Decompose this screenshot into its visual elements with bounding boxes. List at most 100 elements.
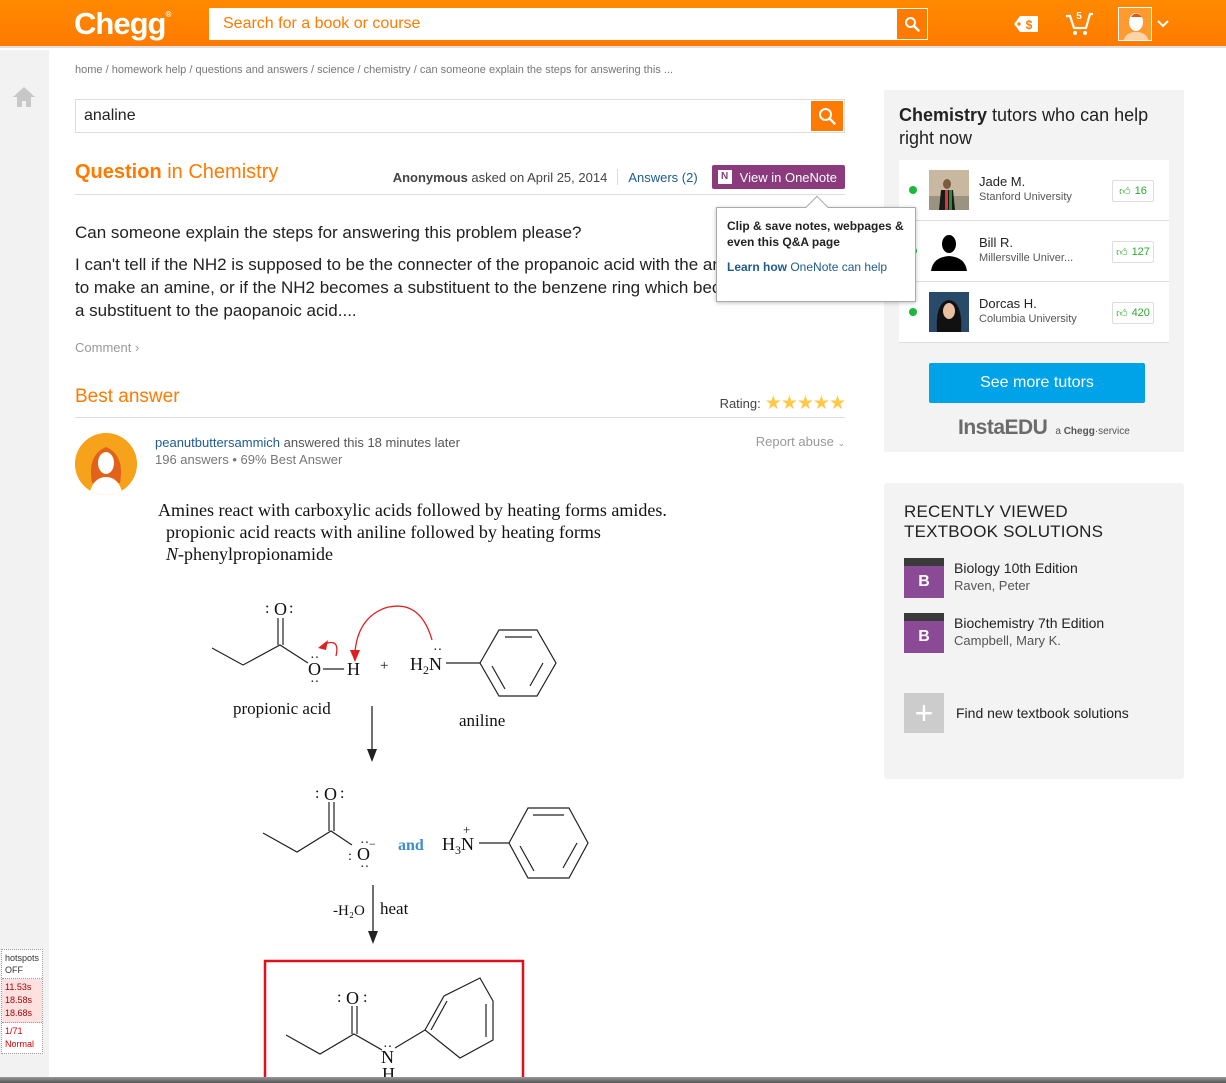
chevron-down-icon (1157, 20, 1169, 28)
answerer-avatar[interactable] (75, 433, 137, 495)
chegg-logo[interactable]: Chegg® (74, 6, 171, 42)
carbonyl-oxygen: O (324, 784, 337, 804)
tutor-likes: 👍︎ 127 (1112, 241, 1154, 263)
tutor-school: Stanford University (979, 191, 1072, 203)
view-in-onenote-button[interactable]: N View in OneNote (711, 165, 845, 189)
online-status-icon (909, 308, 917, 316)
thumbs-up-icon: 👍︎ (1116, 307, 1128, 320)
answer-text: Amines react with carboxylic acids follo… (158, 499, 667, 565)
online-status-icon (909, 186, 917, 194)
and-label: and (398, 837, 424, 854)
top-navigation-bar: Chegg® $ 5 (0, 0, 1226, 48)
tutor-item[interactable]: Bill R. Millersville Univer... 👍︎ 127 (899, 221, 1169, 282)
lone-pair: ·· (383, 1040, 392, 1055)
carbonyl-oxygen: O (274, 599, 287, 619)
answer-line: propionic acid reacts with aniline follo… (166, 522, 601, 542)
report-abuse-button[interactable]: Report abuse ⌄ (756, 434, 845, 449)
lone-pair: : (315, 785, 319, 802)
tutors-panel: Chemistry tutors who can help right now … (884, 90, 1184, 452)
search-icon (905, 17, 920, 32)
positive-charge: + (463, 822, 470, 837)
question-search-button[interactable] (811, 101, 843, 131)
home-button[interactable] (12, 86, 36, 113)
lone-pair: ·· (310, 675, 319, 690)
tutor-school: Millersville Univer... (979, 252, 1074, 264)
search-icon (819, 108, 836, 125)
tutor-photo (929, 292, 969, 332)
plus-sign: + (380, 658, 388, 674)
asker-name: Anonymous (392, 169, 468, 185)
breadcrumb-science[interactable]: science (317, 64, 354, 76)
user-silhouette-icon (1123, 13, 1149, 40)
tutor-name: Jade M. (979, 174, 1026, 189)
answer-meta: peanutbuttersammich answered this 18 min… (155, 435, 460, 467)
onenote-learn-link[interactable]: Learn how OneNote can help (727, 260, 905, 274)
best-answer-title: Best answer (75, 386, 180, 407)
global-search-input[interactable] (209, 8, 895, 40)
breadcrumb-current: can someone explain the steps for answer… (419, 64, 673, 76)
negative-charge: − (369, 837, 376, 851)
condition-minus-water: -H₂O (333, 903, 365, 919)
breadcrumb-chemistry[interactable]: chemistry (364, 64, 411, 76)
see-more-tutors-button[interactable]: See more tutors (929, 363, 1145, 403)
answers-link[interactable]: Answers (2) (628, 170, 697, 185)
answerer-name-link[interactable]: peanutbuttersammich (155, 435, 280, 450)
user-avatar[interactable] (1118, 7, 1152, 41)
cart-count: 5 (1076, 11, 1082, 22)
arrowhead (318, 640, 328, 650)
price-tag-icon: $ (1014, 16, 1038, 32)
breadcrumb: home / homework help / questions and ans… (75, 64, 673, 76)
benzene-ring-2 (479, 807, 589, 879)
benzene-ring-1 (446, 629, 557, 697)
left-rail (0, 50, 49, 1083)
propionic-acid-label: propionic acid (233, 699, 331, 718)
rating-stars: ★★★★★ (765, 392, 846, 415)
propionate-structure (262, 802, 353, 853)
book-title: Biochemistry 7th Edition (954, 615, 1105, 631)
tooltip-text: Clip & save notes, webpages & even this … (727, 219, 904, 249)
rating: Rating: ★★★★★ (719, 392, 846, 415)
comment-link[interactable]: Comment › (75, 340, 139, 355)
arrowhead (368, 931, 378, 944)
meta-divider (617, 169, 619, 185)
star-filled-icon: ★ (812, 393, 830, 414)
tutor-likes: 👍︎ 16 (1112, 180, 1154, 202)
page-mode-readout: 1/71 Normal (5, 1026, 35, 1049)
book-cover-icon: B (904, 613, 944, 653)
timing-readout: 11.53s 18.58s 18.68s (2, 979, 42, 1023)
lone-pair: : (337, 989, 341, 1006)
chevron-down-icon: ⌄ (837, 438, 845, 448)
answer-line: Amines react with carboxylic acids follo… (158, 500, 667, 520)
lone-pair: : (363, 989, 367, 1006)
hotspots-toggle[interactable]: hotspots OFF (2, 950, 42, 979)
lone-pair: ·· (360, 836, 369, 851)
cart-icon: 5 (1066, 11, 1093, 35)
best-answer-header: Best answer Rating: ★★★★★ (75, 386, 846, 418)
tutor-item[interactable]: Dorcas H. Columbia University 👍︎ 420 (899, 282, 1169, 343)
recently-viewed-panel: RECENTLY VIEWED TEXTBOOK SOLUTIONS B Biol… (884, 483, 1184, 779)
global-search-button[interactable] (896, 8, 928, 40)
breadcrumb-homework-help[interactable]: homework help (112, 64, 187, 76)
tutor-item[interactable]: Jade M. Stanford University 👍︎ 16 (899, 160, 1169, 221)
red-arrow-large (354, 605, 433, 653)
question-header: Question in Chemistry Anonymous asked on… (75, 161, 845, 195)
account-menu-toggle[interactable] (1157, 15, 1169, 33)
tutor-name: Bill R. (979, 235, 1013, 250)
carbonyl-oxygen: O (346, 988, 359, 1008)
book-author: Campbell, Mary K. (954, 633, 1061, 648)
breadcrumb-questions-and-answers[interactable]: questions and answers (195, 64, 308, 76)
star-filled-icon: ★ (780, 393, 798, 414)
cart-button[interactable]: 5 (1064, 8, 1094, 36)
question-body: Can someone explain the steps for answer… (75, 221, 775, 331)
instaedu-logo: InstaEDU a Chegg·service (958, 416, 1130, 439)
aniline-label: aniline (459, 711, 505, 730)
question-meta: Anonymous asked on April 25, 2014 Answer… (393, 165, 845, 189)
lone-pair: : (348, 849, 352, 864)
ammonium-group: H3N (442, 834, 474, 857)
lone-pair: ·· (360, 860, 369, 875)
tutor-school: Columbia University (979, 313, 1077, 325)
breadcrumb-home[interactable]: home (75, 64, 103, 76)
lone-pair: : (340, 785, 344, 802)
deals-button[interactable]: $ (1013, 10, 1039, 38)
question-search-input[interactable] (76, 100, 806, 132)
